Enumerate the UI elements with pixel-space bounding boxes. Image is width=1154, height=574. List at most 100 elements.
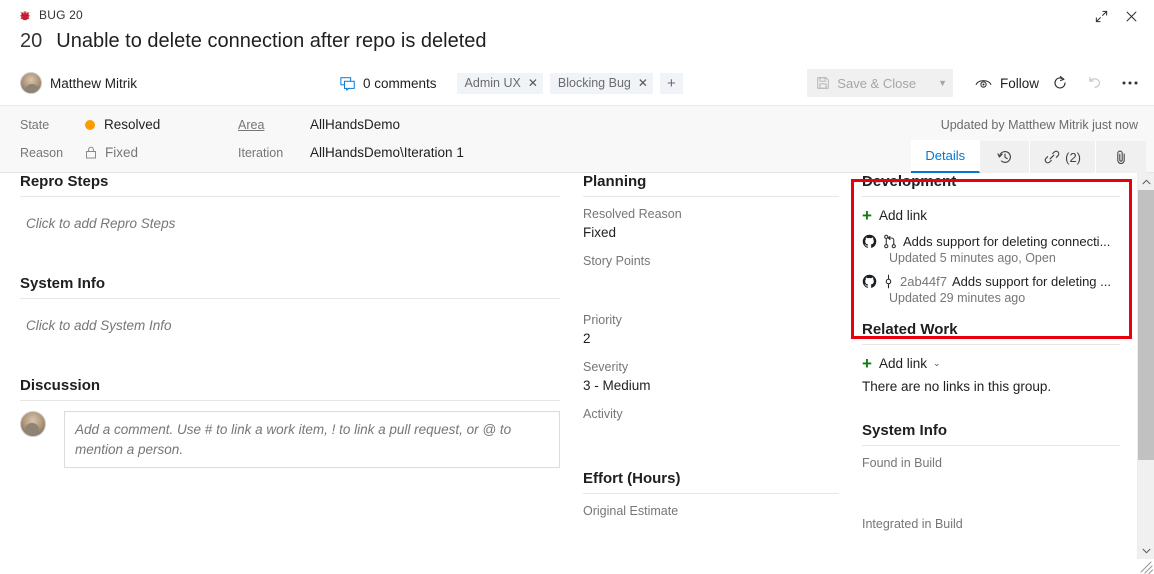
follow-label: Follow: [999, 75, 1039, 91]
tab-attachments[interactable]: [1096, 141, 1146, 173]
area-field-label: Area: [238, 118, 264, 132]
field-label: Priority: [583, 313, 622, 327]
field-resolved-reason: Resolved Reason Fixed: [583, 207, 839, 244]
field-value[interactable]: Fixed: [583, 225, 839, 244]
field-value[interactable]: [862, 535, 1120, 556]
planning-group: Planning Resolved Reason Fixed Story Poi…: [583, 173, 839, 446]
comments-link[interactable]: 0 comments: [340, 76, 437, 91]
commit-icon: [885, 274, 892, 289]
development-link-subtitle: Updated 5 minutes ago, Open: [889, 251, 1056, 265]
save-and-close-button[interactable]: Save & Close ▼: [807, 69, 953, 97]
add-link-label: Add link: [878, 356, 927, 371]
tab-links[interactable]: (2): [1030, 141, 1096, 173]
follow-button[interactable]: Follow: [975, 76, 1039, 91]
tag-list: Admin UX ✕ Blocking Bug ✕ +: [456, 72, 683, 94]
iteration-field-label: Iteration: [238, 146, 284, 160]
divider: [20, 196, 560, 197]
discussion-group: Discussion Add a comment. Use # to link …: [20, 377, 560, 469]
field-value[interactable]: [583, 272, 839, 293]
chevron-down-icon[interactable]: ⌄: [933, 358, 941, 369]
assigned-to[interactable]: Matthew Mitrik: [20, 72, 137, 94]
undo-button[interactable]: [1081, 69, 1109, 97]
repro-steps-input[interactable]: Click to add Repro Steps: [20, 207, 560, 271]
expand-button[interactable]: [1086, 2, 1116, 30]
field-value[interactable]: [583, 522, 839, 543]
right-column: Development + Add link Adds support for …: [862, 173, 1120, 566]
related-work-add-link-button[interactable]: + Add link ⌄: [862, 355, 1120, 372]
system-info-title: System Info: [20, 275, 106, 292]
work-item-header: BUG 20 20 Unable to delete connection af…: [0, 0, 1154, 106]
work-item-id: 20: [20, 30, 43, 52]
system-info-group: System Info Click to add System Info: [20, 275, 560, 373]
field-label: Resolved Reason: [583, 207, 682, 221]
scrollbar-thumb[interactable]: [1138, 190, 1154, 460]
field-severity: Severity 3 - Medium: [583, 360, 839, 397]
iteration-field-value[interactable]: AllHandsDemo\Iteration 1: [310, 145, 464, 160]
work-item-dialog: BUG 20 20 Unable to delete connection af…: [0, 0, 1154, 574]
field-original-estimate: Original Estimate: [583, 504, 839, 543]
save-and-close-label: Save & Close: [837, 75, 917, 91]
refresh-button[interactable]: [1046, 69, 1074, 97]
field-value[interactable]: 3 - Medium: [583, 378, 839, 397]
field-value[interactable]: 2: [583, 331, 839, 350]
resize-grip-icon[interactable]: [1137, 559, 1154, 574]
state-field-value[interactable]: Resolved: [85, 117, 160, 132]
field-value[interactable]: [583, 425, 839, 446]
system-info-input[interactable]: Click to add System Info: [20, 309, 560, 373]
close-button[interactable]: [1116, 2, 1146, 30]
system-info-title: System Info: [862, 422, 948, 439]
save-icon: [817, 77, 830, 89]
development-link-title-row: Adds support for deleting connecti...: [862, 234, 1120, 249]
work-item-type-row: BUG 20: [18, 5, 83, 25]
repro-steps-title: Repro Steps: [20, 173, 109, 190]
close-icon[interactable]: ✕: [638, 77, 648, 89]
tag-label: Admin UX: [464, 76, 521, 90]
divider: [20, 400, 560, 401]
reason-field-label: Reason: [20, 146, 64, 160]
field-label: Story Points: [583, 254, 651, 268]
area-field-value[interactable]: AllHandsDemo: [310, 117, 400, 132]
add-tag-button[interactable]: +: [659, 72, 683, 94]
development-link-item[interactable]: 2ab44f7 Adds support for deleting ... Up…: [862, 274, 1120, 305]
repro-steps-group: Repro Steps Click to add Repro Steps: [20, 173, 560, 271]
development-link-item[interactable]: Adds support for deleting connecti... Up…: [862, 234, 1120, 265]
work-item-title[interactable]: Unable to delete connection after repo i…: [56, 30, 486, 53]
left-column: Repro Steps Click to add Repro Steps Sys…: [20, 173, 560, 469]
tag-item[interactable]: Blocking Bug ✕: [549, 72, 653, 94]
github-icon: [862, 234, 877, 248]
development-group: Development + Add link Adds support for …: [862, 173, 1120, 305]
tab-details[interactable]: Details: [911, 140, 981, 173]
undo-icon: [1089, 77, 1101, 88]
tag-item[interactable]: Admin UX ✕: [456, 72, 543, 94]
close-icon[interactable]: ✕: [528, 77, 538, 89]
resize-grip-glyph: [1140, 561, 1154, 574]
more-actions-button[interactable]: [1116, 69, 1144, 97]
divider: [862, 196, 1120, 197]
window-controls: [1086, 2, 1146, 30]
state-field-label: State: [20, 118, 50, 132]
comments-count-label: 0 comments: [363, 75, 437, 91]
vertical-scrollbar[interactable]: [1137, 173, 1154, 559]
work-item-body: Repro Steps Click to add Repro Steps Sys…: [0, 173, 1154, 574]
system-info-group-right: System Info Found in Build Integrated in…: [862, 422, 1120, 556]
divider: [20, 298, 560, 299]
scroll-up-button[interactable]: [1138, 173, 1154, 190]
field-value[interactable]: [862, 474, 1120, 495]
development-add-link-button[interactable]: + Add link: [862, 207, 1120, 224]
tab-history[interactable]: [980, 141, 1031, 173]
tag-label: Blocking Bug: [557, 76, 631, 90]
reason-value-label: Fixed: [105, 145, 139, 160]
planning-title: Planning: [583, 173, 647, 190]
related-work-title: Related Work: [862, 321, 958, 338]
bottom-strip: [0, 559, 1137, 574]
refresh-icon: [1054, 76, 1066, 89]
middle-column: Planning Resolved Reason Fixed Story Poi…: [583, 173, 839, 574]
effort-title: Effort (Hours): [583, 470, 681, 487]
scroll-down-button[interactable]: [1138, 542, 1154, 559]
comment-input[interactable]: Add a comment. Use # to link a work item…: [64, 411, 560, 469]
development-link-title: Adds support for deleting connecti...: [903, 234, 1111, 249]
tab-links-count: (2): [1065, 149, 1081, 165]
work-item-title-row: 20 Unable to delete connection after rep…: [20, 30, 487, 53]
related-work-group: Related Work + Add link ⌄ There are no l…: [862, 321, 1120, 394]
chevron-down-icon[interactable]: ▼: [938, 78, 947, 88]
